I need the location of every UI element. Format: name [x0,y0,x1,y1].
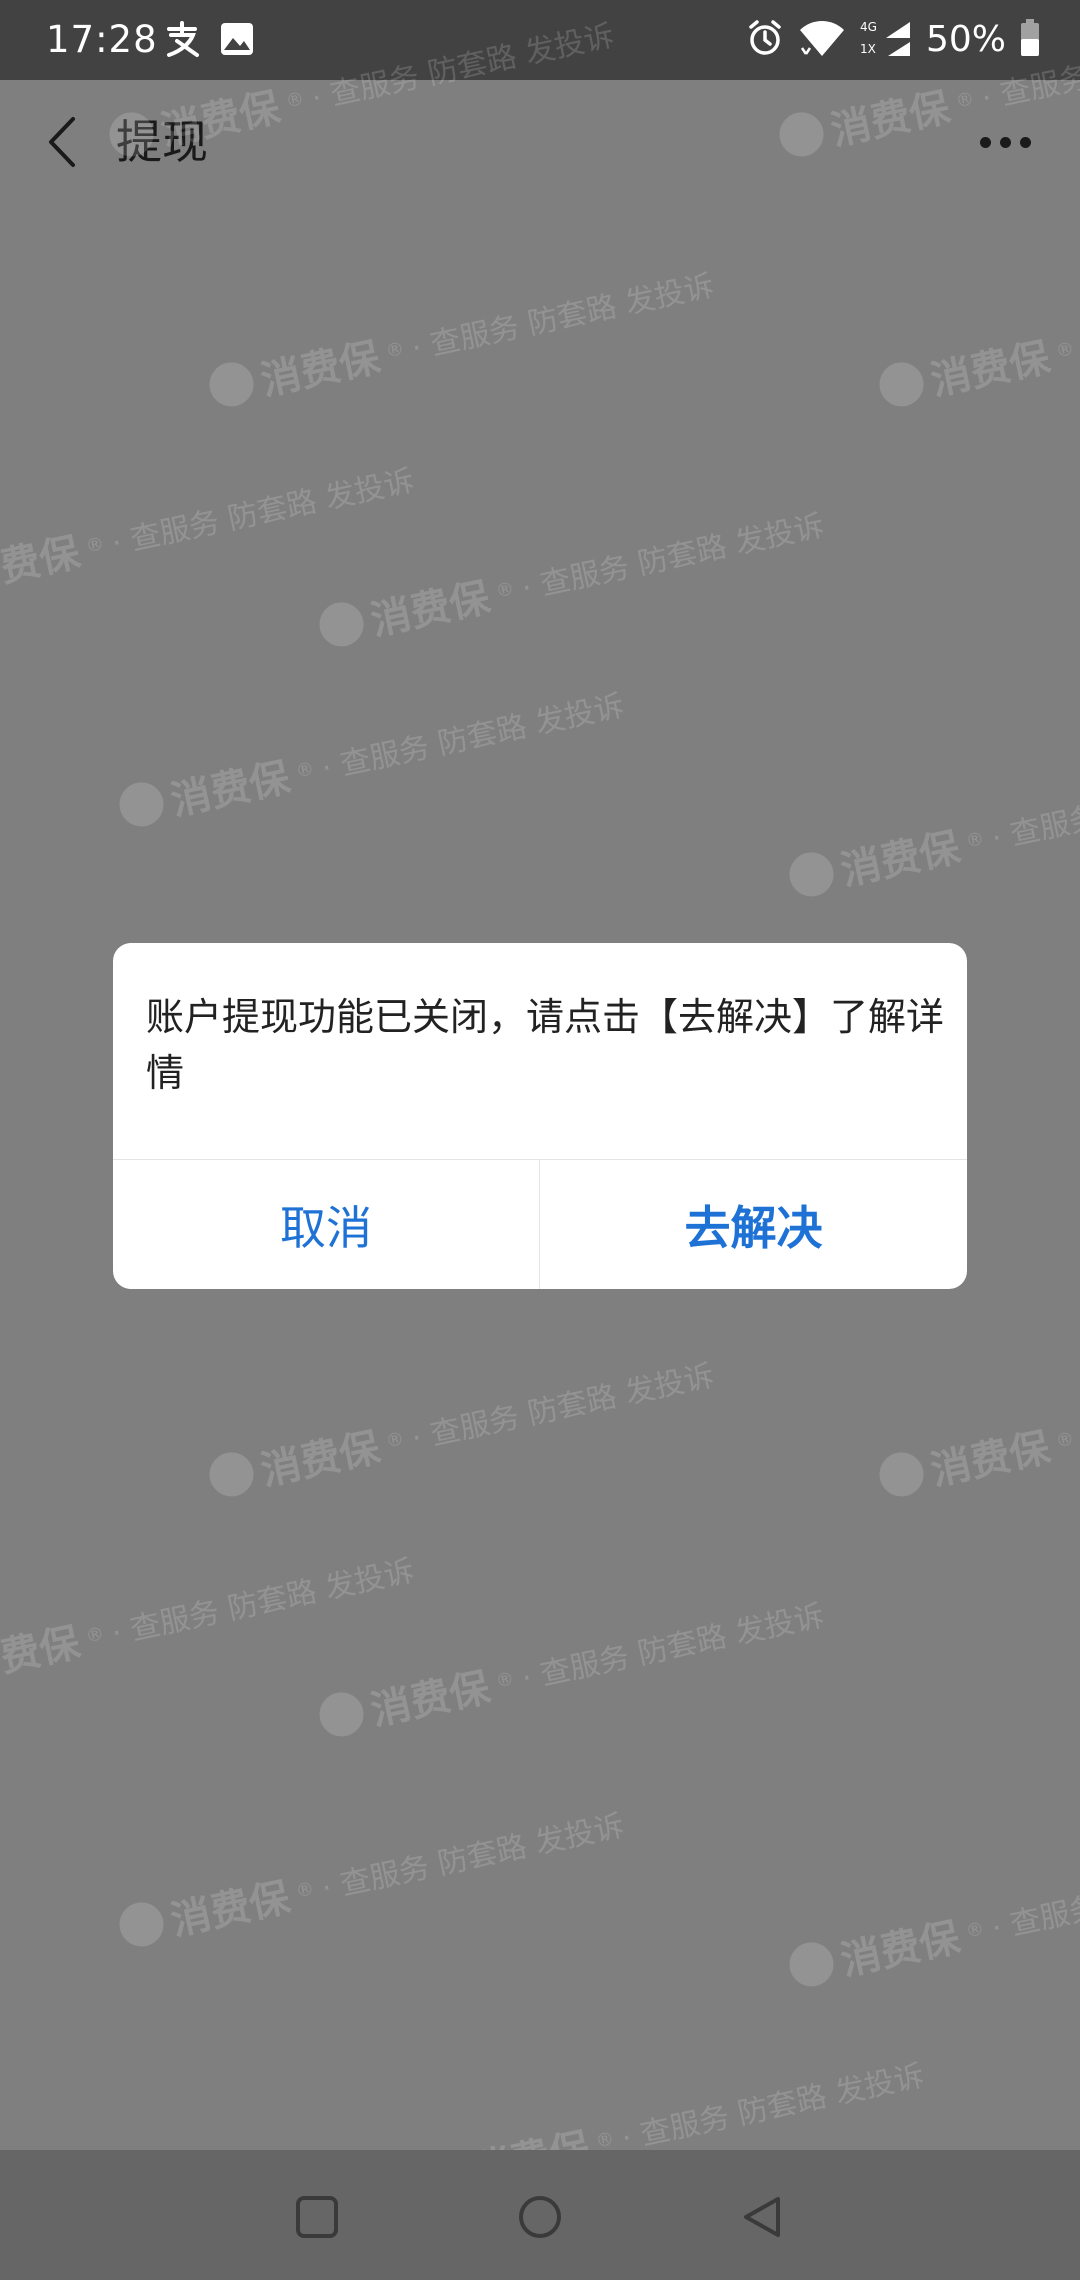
page-title: 提现 [116,115,208,169]
watermark-brand: 消费保 [926,1424,1054,1495]
watermark: 消费保®· 查服务 防套路 发投诉 [114,674,629,838]
watermark-slogan: · 查服务 防套路 发投诉 [518,1598,828,1697]
watermark-registered: ® [493,1667,516,1692]
watermark-slogan: · 查服务 防套路 发投诉 [108,1553,418,1652]
status-bar: 17:28 4G 1X 50% [0,0,1080,80]
watermark-brand: 消费保 [366,574,494,645]
alarm-icon [746,19,784,61]
watermark: 消费保®· 查服务 防套路 发投诉 [114,1794,629,1958]
watermark: 消费保®· 查服务 防套路 发投诉 [874,1344,1080,1508]
watermark-brand: 消费保 [836,824,964,895]
battery-icon [1020,19,1040,61]
watermark-slogan: · 查服务 防套路 发投诉 [988,758,1080,857]
watermark-brand: 消费保 [836,1914,964,1985]
watermark-logo-icon [115,778,168,831]
watermark-logo-icon [875,1448,928,1501]
watermark-registered: ® [963,1917,986,1942]
recents-button[interactable] [272,2172,362,2262]
watermark-registered: ® [493,577,516,602]
watermark-logo-icon [115,1898,168,1951]
watermark-brand: 消费保 [0,529,84,600]
watermark-logo-icon [785,848,838,901]
watermark-slogan: · 查服务 防套路 发投诉 [408,1358,718,1457]
alipay-icon [160,16,206,62]
network-label-4g: 4G [859,20,877,34]
home-circle-icon [519,2196,561,2238]
network-label-1x: 1X [859,42,876,56]
watermark-registered: ® [383,1427,406,1452]
watermark-registered: ® [83,532,106,557]
watermark-brand: 消费保 [926,334,1054,405]
watermark-registered: ® [1053,1427,1076,1452]
watermark: 消费保®· 查服务 防套路 发投诉 [0,1539,419,1703]
watermark-slogan: · 查服务 防套路 发投诉 [988,1848,1080,1947]
chevron-left-icon [49,117,75,167]
watermark-registered: ® [83,1622,106,1647]
watermark-registered: ® [383,337,406,362]
watermark: 消费保®· 查服务 防套路 发投诉 [204,254,719,418]
watermark-slogan: · 查服务 防套路 发投诉 [108,463,418,562]
system-navigation-bar [0,2150,1080,2280]
cancel-button[interactable]: 取消 [113,1160,539,1289]
cellular-signal-icon: 4G 1X [860,20,912,60]
watermark-registered: ® [293,1877,316,1902]
home-button[interactable] [495,2172,585,2262]
back-triangle-icon [744,2197,780,2237]
wifi-icon [798,18,846,62]
watermark-registered: ® [963,827,986,852]
watermark: 消费保®· 查服务 防套路 发投诉 [784,1834,1080,1998]
watermark-slogan: · 查服务 防套路 发投诉 [618,2058,928,2157]
watermark-slogan: · 查服务 防套路 发投诉 [318,688,628,787]
watermark-logo-icon [315,1688,368,1741]
watermark: 消费保®· 查服务 防套路 发投诉 [314,1584,829,1748]
watermark-slogan: · 查服务 防套路 发投诉 [518,508,828,607]
watermark: 消费保®· 查服务 防套路 发投诉 [314,494,829,658]
watermark-slogan: · 查服务 防套路 发投诉 [318,1808,628,1907]
watermark-registered: ® [593,2127,616,2152]
resolve-button[interactable]: 去解决 [540,1160,967,1289]
watermark-brand: 消费保 [256,334,384,405]
nav-back-button[interactable] [718,2172,808,2262]
watermark-logo-icon [785,1938,838,1991]
watermark-brand: 消费保 [166,1874,294,1945]
watermark-logo-icon [205,358,258,411]
dialog-message: 账户提现功能已关闭，请点击【去解决】了解详情 [146,995,945,1095]
battery-percent: 50% [925,19,1006,60]
watermark-logo-icon [205,1448,258,1501]
back-button[interactable] [32,110,92,174]
watermark-slogan: · 查服务 防套路 发投诉 [408,268,718,367]
status-right-group: 4G 1X 50% [746,12,1040,68]
watermark-brand: 消费保 [0,1619,84,1690]
watermark-brand: 消费保 [366,1664,494,1735]
recents-square-icon [296,2196,338,2238]
watermark-logo-icon [315,598,368,651]
status-time: 17:28 [46,18,158,61]
watermark-brand: 消费保 [166,754,294,825]
watermark-registered: ® [1053,337,1076,362]
more-options-button[interactable] [970,110,1040,174]
image-icon [214,16,260,62]
watermark-logo-icon [875,358,928,411]
more-dots-icon [979,136,991,148]
app-header: 提现 [0,80,1080,205]
watermark: 消费保®· 查服务 防套路 发投诉 [784,744,1080,908]
watermark: 消费保®· 查服务 防套路 发投诉 [874,254,1080,418]
watermark-brand: 消费保 [256,1424,384,1495]
watermark: 消费保®· 查服务 防套路 发投诉 [204,1344,719,1508]
alert-dialog: 账户提现功能已关闭，请点击【去解决】了解详情 取消 去解决 [113,943,967,1289]
watermark-registered: ® [293,757,316,782]
watermark: 消费保®· 查服务 防套路 发投诉 [0,449,419,613]
